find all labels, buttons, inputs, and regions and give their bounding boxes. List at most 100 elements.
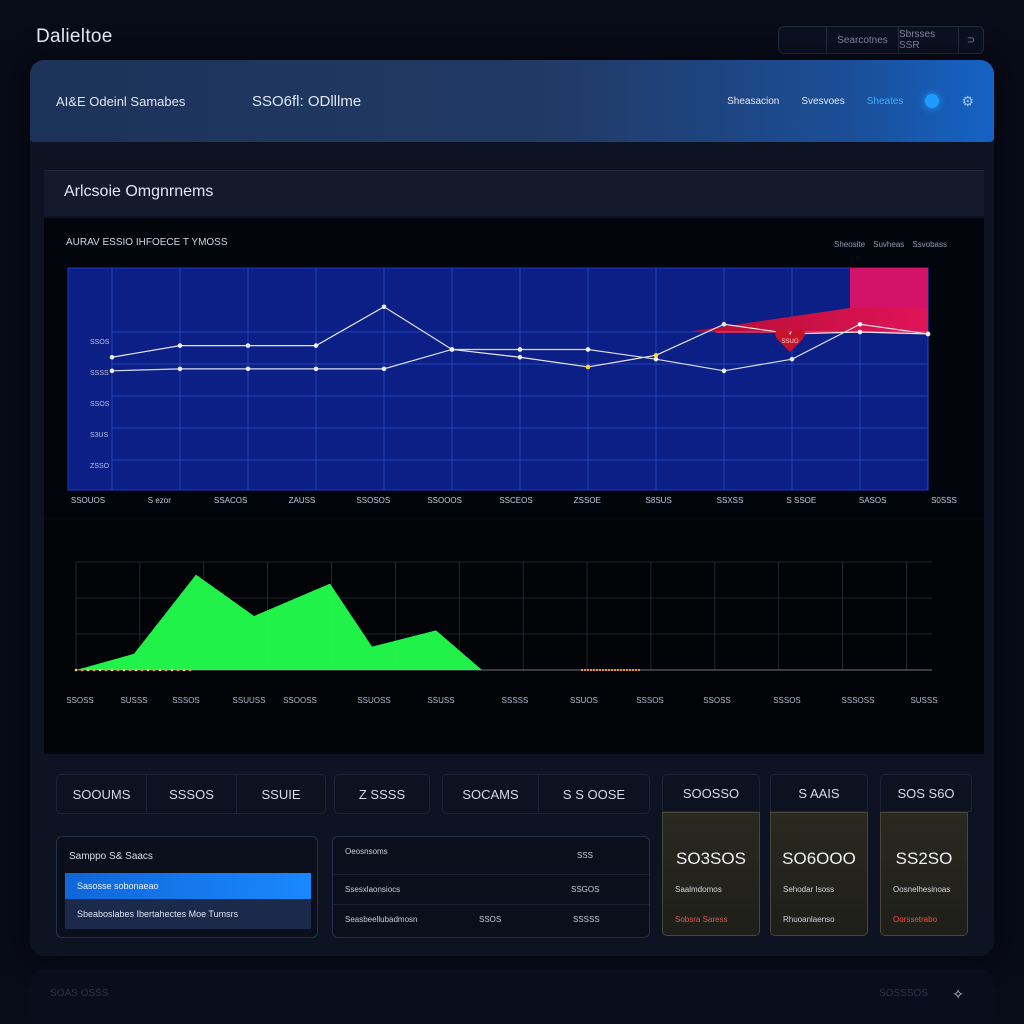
- baseline-dot: [622, 668, 626, 672]
- baseline-dot: [601, 668, 605, 672]
- chart1-legend: Sheosite Suvheas Ssvobass: [834, 240, 947, 249]
- data-point: [109, 354, 115, 360]
- list-item[interactable]: Sbeaboslabes Ibertahectes Moe Tumsrs: [65, 899, 311, 929]
- baseline-dot: [110, 668, 114, 672]
- baseline-dot: [628, 668, 632, 672]
- kpi-cell[interactable]: SSUIE: [237, 775, 325, 813]
- table-cell: SSGOS: [571, 885, 600, 894]
- baseline-dot: [176, 668, 180, 672]
- data-point: [857, 329, 863, 335]
- footer-left-text: SOAS OSSS: [50, 988, 109, 999]
- stat-card-2[interactable]: SS2SO Oosnelhesinoas Oorssetrabo: [880, 812, 968, 936]
- baseline-dot: [170, 668, 174, 672]
- x-tick-label: SSSSS: [502, 696, 529, 705]
- kpi-cell[interactable]: SSSOS: [147, 775, 237, 813]
- baseline-dot: [607, 668, 611, 672]
- footer-right-text: SOSSSOS: [879, 988, 928, 999]
- kpi-group-2: SOCAMS S S OOSE: [442, 774, 650, 814]
- data-point: [585, 364, 591, 370]
- chart1-plot-area: [67, 267, 929, 491]
- stat-label: Saalmdomos: [675, 885, 722, 894]
- baseline-dot: [637, 668, 641, 672]
- stat-label: Oosnelhesinoas: [893, 885, 951, 894]
- kpi-cell[interactable]: SOCAMS: [443, 775, 539, 813]
- list-title: Samppo S& Saacs: [69, 851, 153, 862]
- stat-card-head-2: SOS S6O: [880, 774, 972, 812]
- x-tick-label: SSCEOS: [499, 496, 532, 505]
- table-row[interactable]: Ssesxlaonsiocs SSGOS: [333, 875, 649, 905]
- x-tick-label: ZSSOE: [574, 496, 601, 505]
- baseline-dot: [592, 668, 596, 672]
- data-point: [925, 331, 931, 337]
- x-tick-label: SSACOS: [214, 496, 247, 505]
- data-point: [109, 368, 115, 374]
- data-point: [245, 366, 251, 372]
- kpi-cell[interactable]: SOOUMS: [57, 775, 147, 813]
- x-tick-label: SSSOSS: [842, 696, 875, 705]
- x-tick-label: SSOSS: [703, 696, 731, 705]
- baseline-dot: [583, 668, 587, 672]
- baseline-dot: [74, 668, 78, 672]
- legend-item-2[interactable]: Ssvobass: [912, 240, 947, 249]
- data-point: [245, 343, 251, 348]
- stat-label: Sehodar Isoss: [783, 885, 835, 894]
- baseline-dot: [98, 668, 102, 672]
- x-tick-label: SSOOSS: [283, 696, 317, 705]
- stat-value: SS2SO: [895, 849, 953, 868]
- x-tick-label: ZAUSS: [289, 496, 316, 505]
- data-point: [857, 321, 863, 327]
- baseline-dot: [80, 668, 84, 672]
- table-row[interactable]: Seasbeellubadmosn SSOS SSSSS: [333, 905, 649, 935]
- x-tick-label: SSXSS: [717, 496, 744, 505]
- y-tick-label: SSSS: [90, 370, 109, 377]
- kpi-cell[interactable]: S S OOSE: [539, 775, 649, 813]
- x-tick-label: S ezor: [148, 496, 171, 505]
- legend-item-1[interactable]: Suvheas: [873, 240, 904, 249]
- data-point: [313, 366, 319, 372]
- data-point: [789, 356, 795, 362]
- x-tick-label: SSSOS: [773, 696, 801, 705]
- data-point: [585, 347, 591, 352]
- stat-footer: Rhuoanlaenso: [783, 915, 835, 924]
- stat-card-0[interactable]: SO3SOS Saalmdomos Sobsra Saress: [662, 812, 760, 936]
- baseline-dot: [158, 668, 162, 672]
- y-tick-label: ZSSO: [90, 463, 110, 470]
- stat-card-1[interactable]: SO6OOO Sehodar Isoss Rhuoanlaenso: [770, 812, 868, 936]
- baseline-dot: [140, 668, 144, 672]
- baseline-dot: [631, 668, 635, 672]
- baseline-dot: [616, 668, 620, 672]
- baseline-dot: [92, 668, 96, 672]
- x-tick-label: SSUOS: [570, 696, 598, 705]
- x-tick-label: SSOUOS: [71, 496, 105, 505]
- data-point: [721, 321, 727, 327]
- sparkle-icon[interactable]: ✧: [952, 986, 964, 1003]
- baseline-dot: [586, 668, 590, 672]
- legend-item-0[interactable]: Sheosite: [834, 240, 865, 249]
- baseline-dot: [580, 668, 584, 672]
- baseline-dot: [619, 668, 623, 672]
- baseline-dot: [589, 668, 593, 672]
- baseline-dot: [146, 668, 150, 672]
- baseline-dot: [182, 668, 186, 672]
- chart1-title: AURAV ESSIO IHFOECE T YMOSS: [66, 237, 228, 248]
- y-tick-label: S3US: [90, 432, 109, 439]
- kpi-cell[interactable]: Z SSSS: [335, 775, 429, 813]
- list-panel: Samppo S& Saacs Sasosse sobonaeao Sbeabo…: [56, 836, 318, 938]
- x-tick-label: SUSSS: [910, 696, 937, 705]
- baseline-dot: [610, 668, 614, 672]
- baseline-dot: [595, 668, 599, 672]
- table-cell: SSOS: [479, 915, 502, 924]
- table-cell: SSSSS: [573, 915, 600, 924]
- annotation-label: SSUO: [781, 339, 798, 345]
- list-item-selected[interactable]: Sasosse sobonaeao: [65, 873, 311, 899]
- data-point: [517, 347, 523, 352]
- bottom-bar: SOAS OSSS SOSSSOS ✧: [30, 970, 994, 1020]
- kpi-group-0: SOOUMS SSSOS SSUIE: [56, 774, 326, 814]
- data-point: [517, 354, 523, 360]
- x-tick-label: S0SSS: [931, 496, 957, 505]
- stat-card-head-0: SOOSSO: [662, 774, 760, 812]
- x-tick-label: S8SUS: [646, 496, 672, 505]
- stat-card-head-1: S AAIS: [770, 774, 868, 812]
- table-header-cell: Oeosnsoms: [345, 847, 388, 856]
- x-tick-label: SSOSS: [66, 696, 94, 705]
